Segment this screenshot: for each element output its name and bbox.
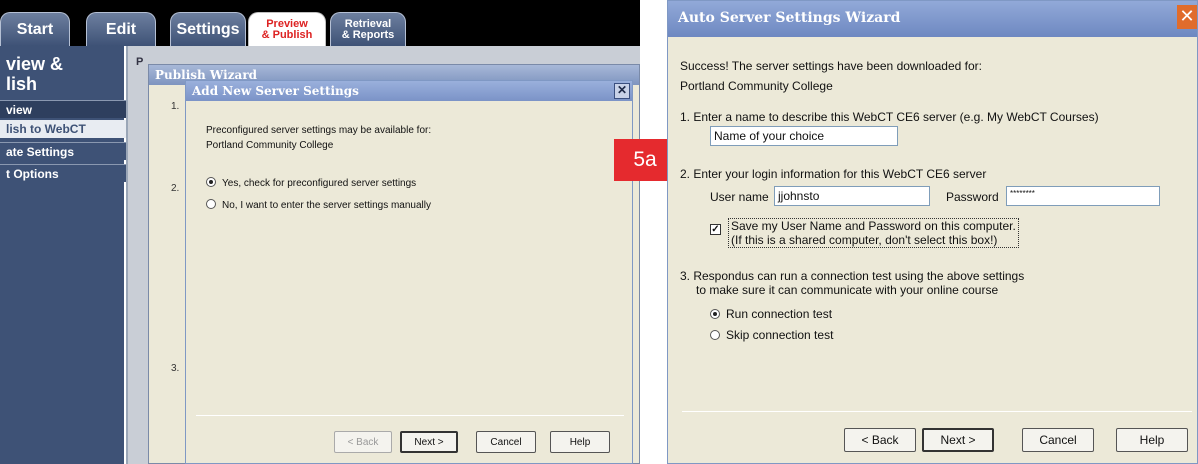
cancel-button[interactable]: Cancel: [476, 431, 536, 453]
sidebar-heading-line-1: view &: [6, 54, 64, 74]
tab-preview-publish[interactable]: Preview & Publish: [248, 12, 326, 46]
radio-run-test[interactable]: Run connection test: [710, 307, 832, 321]
tab-start[interactable]: Start: [0, 12, 70, 46]
preconfig-message: Preconfigured server settings may be ava…: [206, 125, 431, 151]
cancel-button-label: Cancel: [490, 436, 522, 448]
respondus-app: Start Edit Settings Preview & Publish Re…: [0, 0, 640, 464]
radio-selected-icon[interactable]: [710, 309, 720, 319]
close-icon[interactable]: ✕: [1177, 5, 1197, 29]
tab-edit-label: Edit: [105, 20, 137, 38]
help-button[interactable]: Help: [1116, 428, 1188, 452]
cancel-button-label: Cancel: [1039, 433, 1077, 447]
sidebar-item-label: lish to WebCT: [6, 122, 86, 136]
tab-edit[interactable]: Edit: [86, 12, 156, 46]
close-icon[interactable]: ✕: [614, 83, 630, 99]
publish-step-number: 3.: [171, 363, 180, 374]
step-1-text: 1. Enter a name to describe this WebCT C…: [680, 110, 1099, 124]
divider: [682, 411, 1192, 412]
tab-settings-label: Settings: [176, 20, 240, 38]
next-button-label: Next >: [414, 436, 444, 448]
add-new-server-dialog: Add New Server Settings ✕ Preconfigured …: [185, 80, 633, 464]
sidebar-item-print-options[interactable]: t Options: [0, 164, 126, 182]
next-button[interactable]: Next >: [400, 431, 458, 453]
auto-server-settings-wizard: Auto Server Settings Wizard ✕ Success! T…: [667, 0, 1198, 464]
help-button-label: Help: [1139, 433, 1165, 447]
skip-test-label: Skip connection test: [726, 328, 834, 342]
tab-retrieval-label-1: Retrieval: [344, 17, 392, 30]
password-input[interactable]: ********: [1006, 186, 1160, 206]
sidebar-item-label: t Options: [6, 167, 59, 181]
screenshot-canvas: Start Edit Settings Preview & Publish Re…: [0, 0, 1198, 464]
save-credentials-label[interactable]: Save my User Name and Password on this c…: [728, 218, 1019, 248]
sidebar-heading-line-2: lish: [6, 74, 38, 94]
success-message-line-1: Success! The server settings have been d…: [680, 59, 982, 73]
publish-step-number: 2.: [171, 183, 180, 194]
radio-no-manual[interactable]: No, I want to enter the server settings …: [206, 199, 431, 211]
tab-retrieval-reports[interactable]: Retrieval & Reports: [330, 12, 406, 46]
success-message-line-2: Portland Community College: [680, 79, 833, 93]
tab-settings[interactable]: Settings: [170, 12, 246, 46]
save-credentials-checkbox[interactable]: ✓: [710, 219, 721, 237]
tab-preview-label-2: & Publish: [261, 28, 313, 41]
tab-preview-label-1: Preview: [266, 17, 308, 30]
radio-unselected-icon[interactable]: [710, 330, 720, 340]
sidebar-item-update-settings[interactable]: ate Settings: [0, 142, 126, 160]
sidebar-item-publish-webct[interactable]: lish to WebCT: [0, 120, 126, 138]
sidebar-item-preview[interactable]: view: [0, 100, 126, 118]
sidebar-item-label: ate Settings: [6, 145, 75, 159]
radio-yes-preconfigured[interactable]: Yes, check for preconfigured server sett…: [206, 177, 416, 189]
username-label: User name: [710, 190, 769, 204]
wizard-titlebar[interactable]: Auto Server Settings Wizard ✕: [668, 1, 1197, 37]
radio-selected-icon[interactable]: [206, 177, 216, 187]
step-2-text: 2. Enter your login information for this…: [680, 167, 987, 181]
radio-yes-label: Yes, check for preconfigured server sett…: [222, 178, 417, 189]
cancel-button[interactable]: Cancel: [1022, 428, 1094, 452]
save-credentials-line-1: Save my User Name and Password on this c…: [731, 219, 1016, 233]
tab-retrieval-label-2: & Reports: [341, 28, 395, 41]
radio-no-label: No, I want to enter the server settings …: [222, 200, 431, 211]
help-button[interactable]: Help: [550, 431, 610, 453]
add-server-title: Add New Server Settings: [192, 84, 359, 98]
sidebar-item-label: view: [6, 103, 33, 117]
next-button-label: Next >: [940, 433, 976, 447]
tab-bar: Start Edit Settings Preview & Publish Re…: [0, 0, 640, 46]
back-button[interactable]: < Back: [334, 431, 392, 453]
add-server-titlebar[interactable]: Add New Server Settings ✕: [186, 81, 632, 101]
username-input[interactable]: jjohnsto: [774, 186, 930, 206]
help-button-label: Help: [569, 436, 591, 448]
step-3-text-line-1: 3. Respondus can run a connection test u…: [680, 269, 1025, 283]
tab-start-label: Start: [16, 20, 54, 38]
checkbox-checked-icon[interactable]: ✓: [710, 224, 721, 235]
wizard-title: Auto Server Settings Wizard: [678, 10, 901, 26]
radio-unselected-icon[interactable]: [206, 199, 216, 209]
panel-label: P: [136, 56, 144, 68]
sidebar-heading: view & lish: [6, 54, 63, 94]
sidebar: view & lish view lish to WebCT ate Setti…: [0, 46, 126, 464]
back-button-label: < Back: [861, 433, 899, 447]
radio-skip-test[interactable]: Skip connection test: [710, 328, 833, 342]
divider: [196, 415, 624, 416]
back-button[interactable]: < Back: [844, 428, 916, 452]
next-button[interactable]: Next >: [922, 428, 994, 452]
preconfig-message-line-1: Preconfigured server settings may be ava…: [206, 125, 432, 136]
step-3-text-line-2: to make sure it can communicate with you…: [696, 283, 999, 297]
save-credentials-line-2: (If this is a shared computer, don't sel…: [731, 233, 998, 247]
password-label: Password: [946, 190, 999, 204]
publish-step-number: 1.: [171, 101, 180, 112]
server-name-input[interactable]: Name of your choice: [710, 126, 898, 146]
back-button-label: < Back: [347, 436, 379, 448]
preconfig-message-line-2: Portland Community College: [206, 140, 334, 151]
run-test-label: Run connection test: [726, 307, 833, 321]
